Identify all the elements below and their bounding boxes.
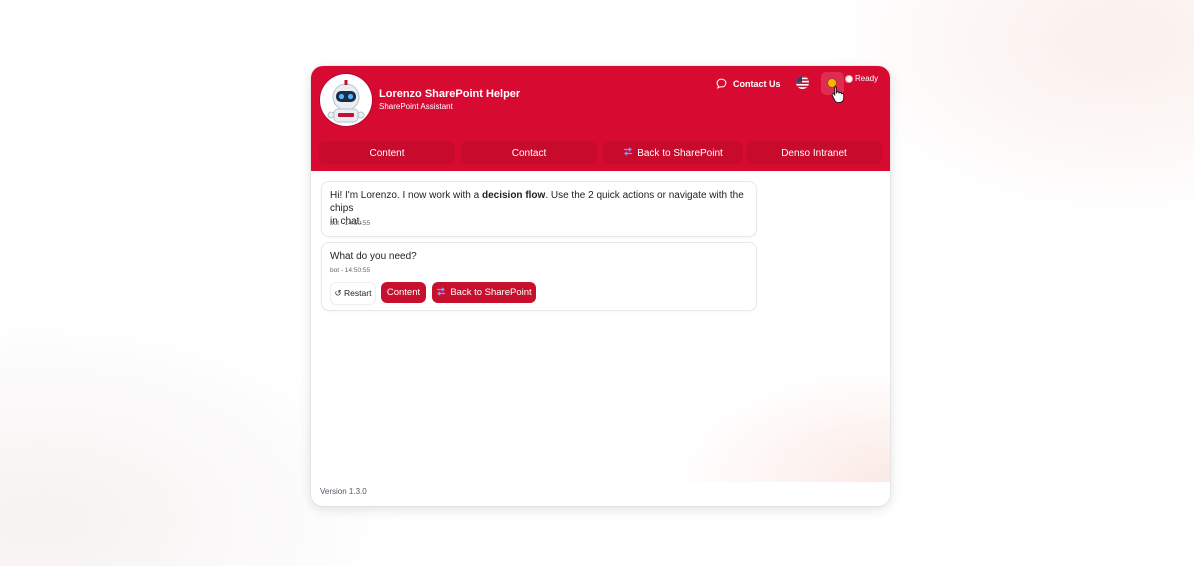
app-title: Lorenzo SharePoint Helper (379, 88, 521, 100)
bot-message: What do you need? bot - 14:50:55 ↺ Resta… (321, 242, 757, 311)
header: Lorenzo SharePoint Helper SharePoint Ass… (311, 66, 890, 171)
message-text: What do you need? (330, 251, 417, 262)
back-chip-label: Back to SharePoint (450, 287, 532, 298)
content-chip[interactable]: Content (381, 282, 426, 303)
us-flag-icon[interactable] (796, 76, 809, 89)
content-chip-label: Content (386, 287, 421, 298)
chat-widget: Lorenzo SharePoint Helper SharePoint Ass… (311, 66, 890, 506)
nav-content[interactable]: Content (319, 142, 455, 164)
app-subtitle: SharePoint Assistant (379, 102, 453, 111)
restart-chip[interactable]: ↺ Restart (330, 282, 376, 305)
back-arrows-icon (436, 286, 446, 299)
chat-area: Hi! I'm Lorenzo. I now work with a decis… (311, 171, 890, 471)
nav-back-to-sharepoint[interactable]: Back to SharePoint (603, 142, 743, 164)
nav-back-label: Back to SharePoint (637, 147, 723, 159)
status-label: Ready (855, 74, 879, 83)
back-arrows-icon (623, 147, 633, 159)
status-dot-icon (846, 75, 852, 82)
status-indicator: Ready (846, 74, 878, 83)
nav-contact[interactable]: Contact (461, 142, 597, 164)
bold-text: decision flow (481, 190, 546, 201)
nav-denso-intranet[interactable]: Denso Intranet (746, 142, 882, 164)
hand-cursor-icon (831, 85, 845, 104)
robot-avatar-icon (320, 74, 372, 126)
message-meta: bot - 14:50:55 (330, 220, 371, 227)
contact-us-button[interactable]: Contact Us (716, 77, 781, 91)
nav-denso-label: Denso Intranet (781, 147, 847, 159)
nav-content-label: Content (369, 147, 405, 159)
nav-contact-label: Contact (511, 147, 547, 159)
back-to-sharepoint-chip[interactable]: Back to SharePoint (432, 282, 536, 303)
version-label: Version 1.3.0 (320, 487, 367, 496)
chat-bubble-icon (716, 78, 727, 91)
message-text: Hi! I'm Lorenzo. I now work with a decis… (330, 190, 744, 227)
message-meta: bot - 14:50:55 (330, 267, 371, 274)
contact-us-label: Contact Us (733, 79, 781, 89)
bot-message: Hi! I'm Lorenzo. I now work with a decis… (321, 181, 757, 237)
